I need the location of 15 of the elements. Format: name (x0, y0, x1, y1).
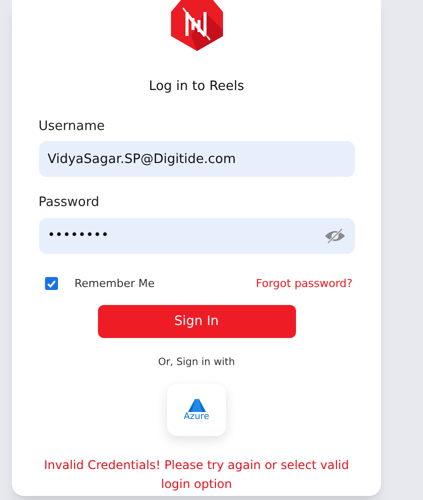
check-icon (46, 280, 56, 288)
alternative-label: Or, Sign in with (158, 356, 235, 370)
remember-label: Remember Me (74, 276, 155, 292)
sign-in-button[interactable]: Sign In (98, 305, 296, 338)
eye-off-icon[interactable] (324, 228, 346, 244)
password-label: Password (38, 194, 100, 212)
forgot-password-link[interactable]: Forgot password? (256, 276, 352, 292)
login-title: Log in to Reels (148, 78, 244, 96)
triangle-logo-icon (188, 398, 206, 412)
remember-checkbox[interactable] (44, 277, 58, 290)
error-message: Invalid Credentials! Please try again or select valid login option (42, 457, 350, 493)
azure-button[interactable]: Azure (167, 384, 226, 436)
username-field[interactable]: VidyaSagar.SP@Digitide.com (38, 141, 354, 177)
password-field[interactable]: •••••••• (38, 218, 354, 254)
username-label: Username (38, 118, 106, 136)
